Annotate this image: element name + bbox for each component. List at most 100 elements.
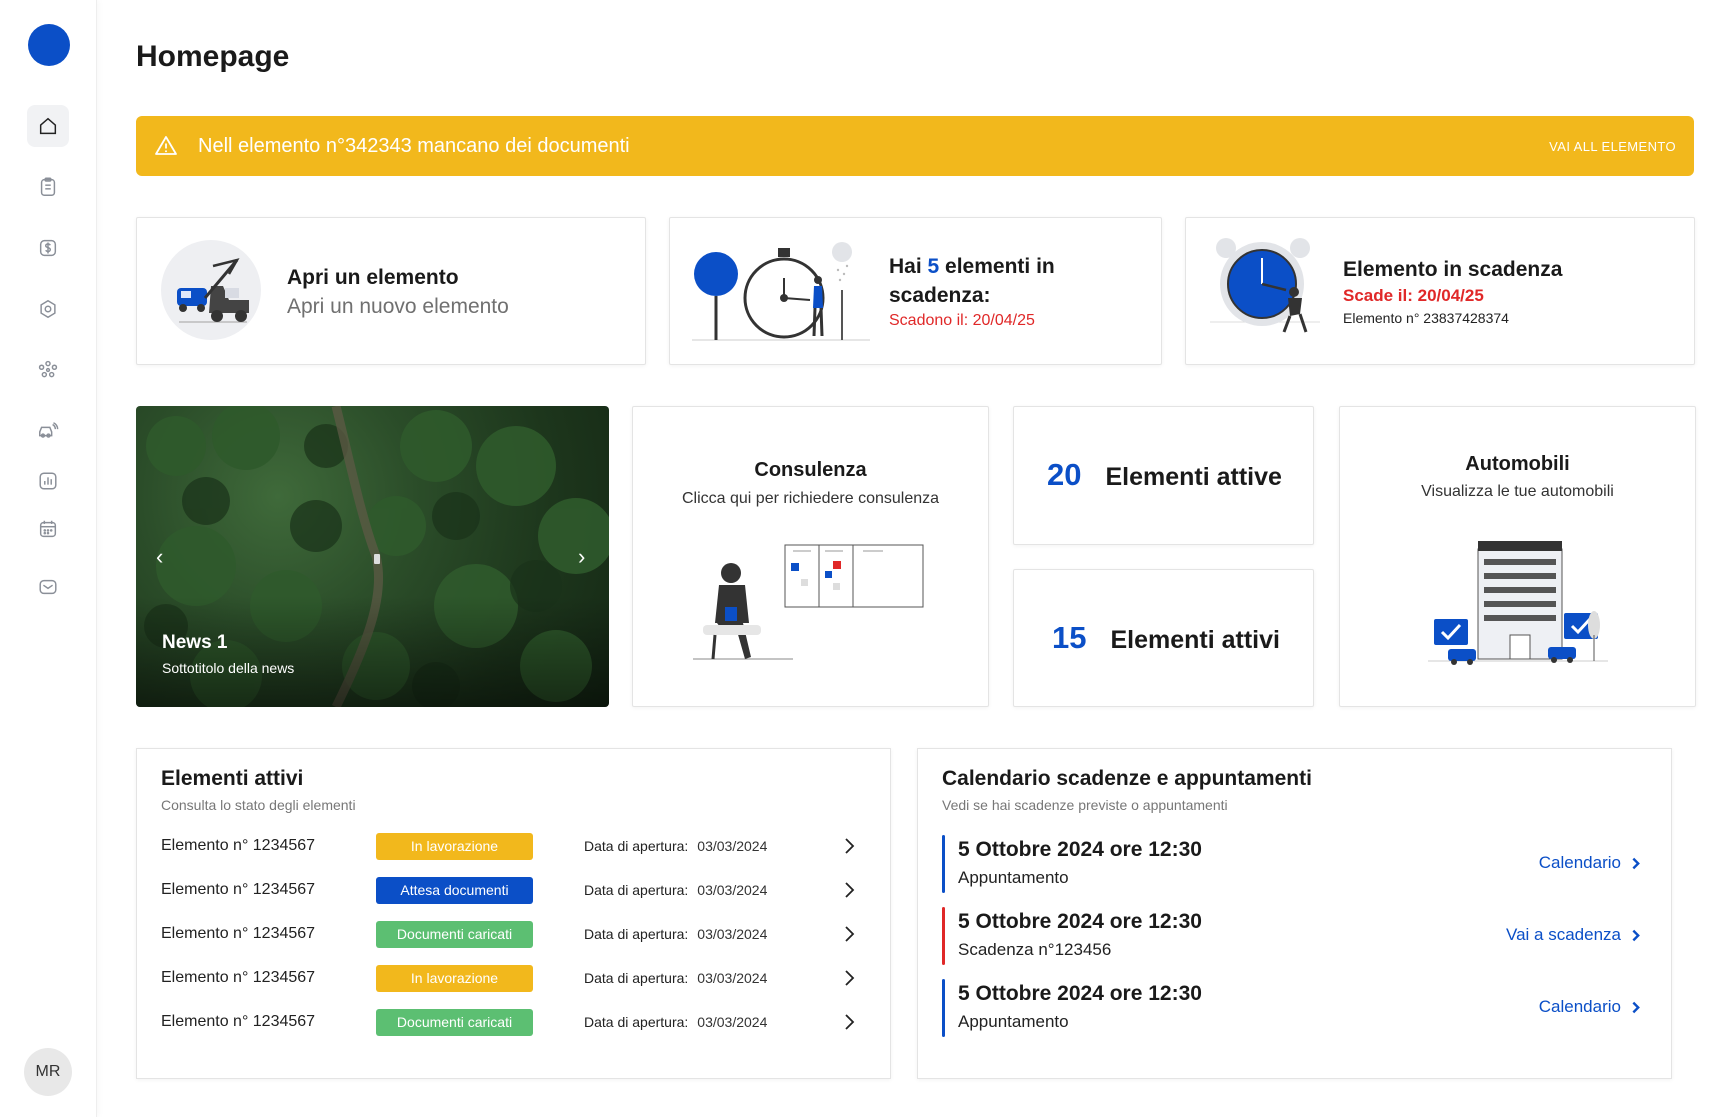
expiring-element-code: Elemento n° 23837428374	[1343, 310, 1509, 326]
cars-subtitle: Visualizza le tue automobili	[1421, 483, 1614, 500]
opening-date-label: Data di apertura:	[584, 970, 689, 986]
table-row[interactable]: Elemento n° 1234567 Documenti caricati Dat…	[161, 1007, 869, 1037]
chevron-right-icon	[1632, 857, 1640, 869]
expiring-element-card[interactable]: Elemento in scadenza Scade il: 20/04/25 …	[1185, 217, 1695, 365]
opening-date-value: 03/03/2024	[697, 926, 768, 942]
chevron-right-icon	[1632, 1001, 1640, 1013]
clock-illustration	[692, 242, 870, 341]
open-element-subtitle: Apri un nuovo elemento	[287, 295, 509, 318]
chevron-right-icon[interactable]	[839, 880, 859, 900]
table-row[interactable]: Elemento n° 1234567 In lavorazione Data di…	[161, 963, 869, 993]
event-kind: Appuntamento	[958, 1012, 1069, 1031]
expiring-count-text: Hai 5 elementi in scadenza:	[889, 252, 1119, 310]
status-badge: Attesa documenti	[376, 876, 533, 904]
table-row[interactable]: Elemento n° 1234567 In lavorazione Data di…	[161, 831, 869, 861]
news-carousel[interactable]: ‹ › News 1 Sottotitolo della news	[136, 406, 609, 707]
chart-icon	[39, 472, 57, 490]
nav-elements[interactable]	[27, 166, 69, 208]
expiring-count-date: Scadono il: 20/04/25	[889, 312, 1035, 329]
page-title: Homepage	[136, 40, 290, 73]
calendar-panel: Calendario scadenze e appuntamenti Vedi …	[917, 748, 1672, 1079]
carousel-next-button[interactable]: ›	[578, 544, 585, 570]
event-date: 5 Ottobre 2024 ore 12:30	[958, 910, 1202, 933]
avatar[interactable]: MR	[24, 1048, 72, 1096]
dollar-icon	[39, 239, 57, 257]
open-element-title: Apri un elemento	[287, 266, 459, 289]
calendar-event: 5 Ottobre 2024 ore 12:30 Scadenza n°12345…	[942, 907, 1642, 965]
mail-icon	[39, 579, 57, 595]
element-name: Elemento n° 1234567	[161, 837, 316, 854]
calendar-event: 5 Ottobre 2024 ore 12:30 Appuntamento Cale…	[942, 835, 1642, 893]
event-action-link[interactable]: Vai a scadenza	[1506, 925, 1642, 945]
active-elements-panel: Elementi attivi Consulta lo stato degli …	[136, 748, 891, 1079]
event-action-label: Vai a scadenza	[1506, 925, 1621, 944]
expiring-element-date: Scade il: 20/04/25	[1343, 286, 1484, 305]
event-action-label: Calendario	[1538, 853, 1621, 872]
consulenza-title: Consulenza	[754, 459, 867, 481]
home-icon	[39, 117, 57, 135]
opening-date-label: Data di apertura:	[584, 838, 689, 854]
opening-date-label: Data di apertura:	[584, 926, 689, 942]
nav-calendar[interactable]	[27, 508, 69, 550]
event-action-link[interactable]: Calendario	[1539, 853, 1642, 873]
chevron-right-icon	[1632, 929, 1640, 941]
nav-finance[interactable]	[27, 227, 69, 269]
chevron-right-icon[interactable]	[839, 968, 859, 988]
panel-title: Calendario scadenze e appuntamenti	[942, 767, 1312, 790]
nav-settings[interactable]	[27, 288, 69, 330]
element-name: Elemento n° 1234567	[161, 925, 316, 942]
table-row[interactable]: Elemento n° 1234567 Attesa documenti Data …	[161, 875, 869, 905]
opening-date-value: 03/03/2024	[697, 838, 768, 854]
opening-date-value: 03/03/2024	[697, 970, 768, 986]
chevron-right-icon[interactable]	[839, 924, 859, 944]
car-building-illustration	[1428, 541, 1608, 665]
opening-date-value: 03/03/2024	[697, 1014, 768, 1030]
go-to-element-link[interactable]: VAI ALL ELEMENTO	[1549, 139, 1676, 154]
element-name: Elemento n° 1234567	[161, 881, 316, 898]
nav-home[interactable]	[27, 105, 69, 147]
event-date: 5 Ottobre 2024 ore 12:30	[958, 982, 1202, 1005]
table-row[interactable]: Elemento n° 1234567 Documenti caricati Dat…	[161, 919, 869, 949]
alert-text: Nell elemento n°342343 mancano dei docum…	[198, 134, 630, 157]
active-elements-stat-card-2[interactable]: 15 Elementi attivi	[1013, 569, 1314, 707]
nav-cars[interactable]	[27, 410, 69, 452]
event-action-link[interactable]: Calendario	[1539, 997, 1642, 1017]
consulting-illustration	[693, 544, 924, 660]
expiring-element-title: Elemento in scadenza	[1343, 258, 1563, 281]
expiring-count-pre: Hai	[889, 255, 928, 278]
car-icon	[39, 422, 59, 438]
people-network-icon	[38, 360, 58, 378]
expiring-count-number: 5	[927, 255, 940, 278]
stat-number: 20	[1047, 457, 1082, 492]
alarm-clock-illustration	[1210, 238, 1320, 333]
nav-reports[interactable]	[27, 460, 69, 502]
clipboard-icon	[40, 177, 56, 196]
event-date: 5 Ottobre 2024 ore 12:30	[958, 838, 1202, 861]
event-kind: Appuntamento	[958, 868, 1069, 887]
status-badge: Documenti caricati	[376, 920, 533, 948]
element-name: Elemento n° 1234567	[161, 969, 316, 986]
open-element-card[interactable]: Apri un elemento Apri un nuovo elemento	[136, 217, 646, 365]
consulenza-subtitle: Clicca qui per richiedere consulenza	[681, 490, 940, 507]
logo[interactable]	[28, 24, 70, 66]
sidebar: MR	[0, 0, 97, 1117]
news-title: News 1	[162, 632, 228, 653]
carousel-prev-button[interactable]: ‹	[156, 544, 163, 570]
chevron-right-icon[interactable]	[839, 836, 859, 856]
panel-title: Elementi attivi	[161, 767, 304, 790]
status-badge: In lavorazione	[376, 832, 533, 860]
event-kind: Scadenza n°123456	[958, 940, 1112, 959]
nav-network[interactable]	[27, 349, 69, 391]
expiring-count-card[interactable]: Hai 5 elementi in scadenza: Scadono il: …	[669, 217, 1162, 365]
stat-label: Elementi attivi	[1110, 626, 1280, 654]
panel-subtitle: Consulta lo stato degli elementi	[161, 797, 356, 813]
active-elements-stat-card[interactable]: 20 Elementi attive	[1013, 406, 1314, 545]
hexagon-icon	[40, 299, 56, 319]
nav-messages[interactable]	[27, 566, 69, 608]
panel-subtitle: Vedi se hai scadenze previste o appuntam…	[942, 797, 1228, 813]
cars-card[interactable]: Automobili Visualizza le tue automobili	[1339, 406, 1696, 707]
opening-date-label: Data di apertura:	[584, 882, 689, 898]
tow-truck-illustration	[161, 240, 261, 340]
chevron-right-icon[interactable]	[839, 1012, 859, 1032]
consulenza-card[interactable]: Consulenza Clicca qui per richiedere con…	[632, 406, 989, 707]
